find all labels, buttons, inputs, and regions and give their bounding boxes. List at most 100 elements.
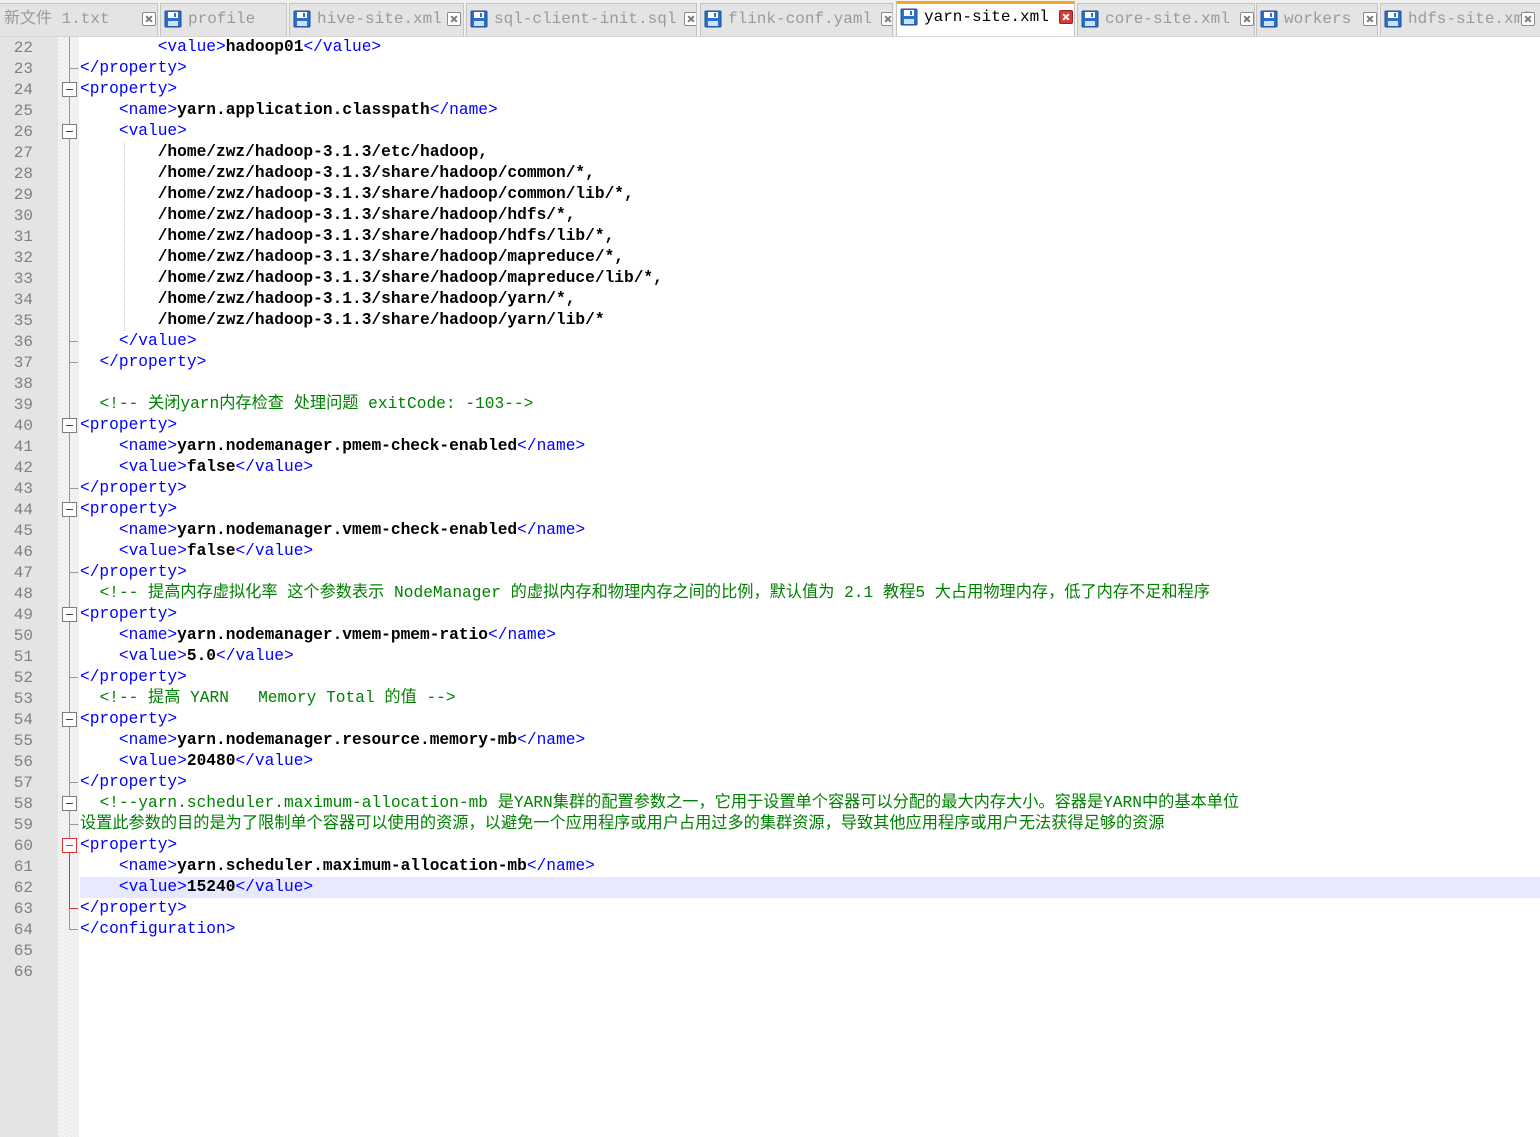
- xml-tag: <value>: [118, 122, 187, 140]
- fold-collapse-box-active[interactable]: [62, 838, 77, 853]
- close-tab-icon[interactable]: [1363, 12, 1377, 26]
- fold-end-marker-active: [69, 908, 78, 909]
- fold-collapse-box[interactable]: [62, 124, 77, 139]
- tab-sql-client-init-sql[interactable]: sql-client-init.sql: [466, 3, 697, 36]
- xml-value: yarn.application.classpath: [177, 101, 430, 119]
- tab-label: yarn-site.xml: [924, 8, 1049, 26]
- xml-tag: </value>: [235, 542, 314, 560]
- code-line: <value>20480</value>: [80, 751, 313, 772]
- xml-tag: <value>: [118, 878, 187, 896]
- code-line: </property>: [80, 562, 187, 583]
- tab-hive-site-xml[interactable]: hive-site.xml: [289, 3, 464, 36]
- save-disk-icon: [293, 10, 311, 28]
- fold-end-marker: [69, 362, 78, 363]
- close-tab-icon[interactable]: [1059, 10, 1073, 24]
- line-number: 41: [13, 438, 33, 456]
- code-line: <name>yarn.application.classpath</name>: [80, 100, 498, 121]
- xml-tag: </configuration>: [80, 920, 236, 938]
- editor-text-area[interactable]: <value>hadoop01</value> </property> <prope…: [80, 37, 1540, 1137]
- tab-label: profile: [188, 10, 256, 28]
- line-number: 66: [13, 963, 33, 981]
- tab-1-txt[interactable]: 新文件 1.txt: [0, 3, 158, 36]
- tab-workers[interactable]: workers: [1256, 3, 1378, 36]
- tab-hdfs-site-xml[interactable]: hdfs-site.xml: [1380, 3, 1540, 36]
- code-line: <name>yarn.nodemanager.vmem-pmem-ratio</…: [80, 625, 556, 646]
- fold-collapse-box[interactable]: [62, 418, 77, 433]
- tab-profile[interactable]: profile: [160, 3, 287, 36]
- tab-yarn-site-xml[interactable]: yarn-site.xml: [896, 1, 1075, 36]
- tab-label: workers: [1284, 10, 1352, 28]
- line-number: 38: [13, 375, 33, 393]
- line-number: 37: [13, 354, 33, 372]
- line-number: 55: [13, 732, 33, 750]
- tab-flink-conf-yaml[interactable]: flink-conf.yaml: [700, 3, 893, 36]
- line-number: 44: [13, 501, 33, 519]
- xml-tag: </property>: [80, 773, 187, 791]
- line-number: 23: [13, 60, 33, 78]
- line-number: 39: [13, 396, 33, 414]
- line-number: 28: [13, 165, 33, 183]
- xml-tag: </name>: [429, 101, 498, 119]
- xml-tag: <value>: [118, 752, 187, 770]
- close-tab-icon[interactable]: [142, 12, 156, 26]
- fold-collapse-box[interactable]: [62, 796, 77, 811]
- line-number: 65: [13, 942, 33, 960]
- fold-end-marker: [69, 824, 78, 825]
- xml-tag: <name>: [118, 626, 178, 644]
- fold-end-marker: [69, 782, 78, 783]
- xml-tag: </value>: [216, 647, 294, 665]
- xml-tag: <name>: [118, 101, 178, 119]
- fold-active-block-line: [69, 853, 70, 908]
- fold-collapse-box[interactable]: [62, 82, 77, 97]
- fold-collapse-box[interactable]: [62, 502, 77, 517]
- indent-guide: [124, 142, 126, 331]
- code-line: /home/zwz/hadoop-3.1.3/share/hadoop/mapr…: [80, 247, 624, 268]
- tab-core-site-xml[interactable]: core-site.xml: [1077, 3, 1255, 36]
- xml-comment: <!-- 提高内存虚拟化率 这个参数表示 NodeManager 的虚拟内存和物…: [99, 584, 1210, 602]
- code-line: <property>: [80, 709, 177, 730]
- line-number: 50: [13, 627, 33, 645]
- xml-value: /home/zwz/hadoop-3.1.3/share/hadoop/comm…: [157, 164, 595, 182]
- xml-value: /home/zwz/hadoop-3.1.3/etc/hadoop,: [157, 143, 488, 161]
- line-number: 25: [13, 102, 33, 120]
- line-number: 48: [13, 585, 33, 603]
- line-number: 51: [13, 648, 33, 666]
- close-tab-icon[interactable]: [447, 12, 461, 26]
- close-tab-icon[interactable]: [1240, 12, 1254, 26]
- line-number: 63: [13, 900, 33, 918]
- code-line: /home/zwz/hadoop-3.1.3/etc/hadoop,: [80, 142, 488, 163]
- fold-collapse-box[interactable]: [62, 712, 77, 727]
- code-line: /home/zwz/hadoop-3.1.3/share/hadoop/mapr…: [80, 268, 663, 289]
- xml-value: 5.0: [186, 647, 217, 665]
- line-number: 52: [13, 669, 33, 687]
- xml-tag: </name>: [488, 626, 557, 644]
- xml-value: false: [186, 542, 236, 560]
- close-tab-icon[interactable]: [1521, 12, 1535, 26]
- close-tab-icon[interactable]: [881, 12, 892, 26]
- xml-tag: </property>: [80, 668, 187, 686]
- line-number: 58: [13, 795, 33, 813]
- xml-value: /home/zwz/hadoop-3.1.3/share/hadoop/yarn…: [157, 290, 576, 308]
- tab-label: core-site.xml: [1105, 10, 1230, 28]
- line-number: 33: [13, 270, 33, 288]
- fold-collapse-box[interactable]: [62, 607, 77, 622]
- line-number: 62: [13, 879, 33, 897]
- code-line: <name>yarn.scheduler.maximum-allocation-…: [80, 856, 595, 877]
- xml-tag: </property>: [80, 899, 187, 917]
- code-line: </value>: [80, 331, 197, 352]
- close-tab-icon[interactable]: [684, 12, 696, 26]
- line-number: 31: [13, 228, 33, 246]
- xml-tag: </name>: [526, 857, 595, 875]
- xml-comment: <!-- 提高 YARN Memory Total 的值 -->: [99, 689, 456, 707]
- line-number: 26: [13, 123, 33, 141]
- line-number: 32: [13, 249, 33, 267]
